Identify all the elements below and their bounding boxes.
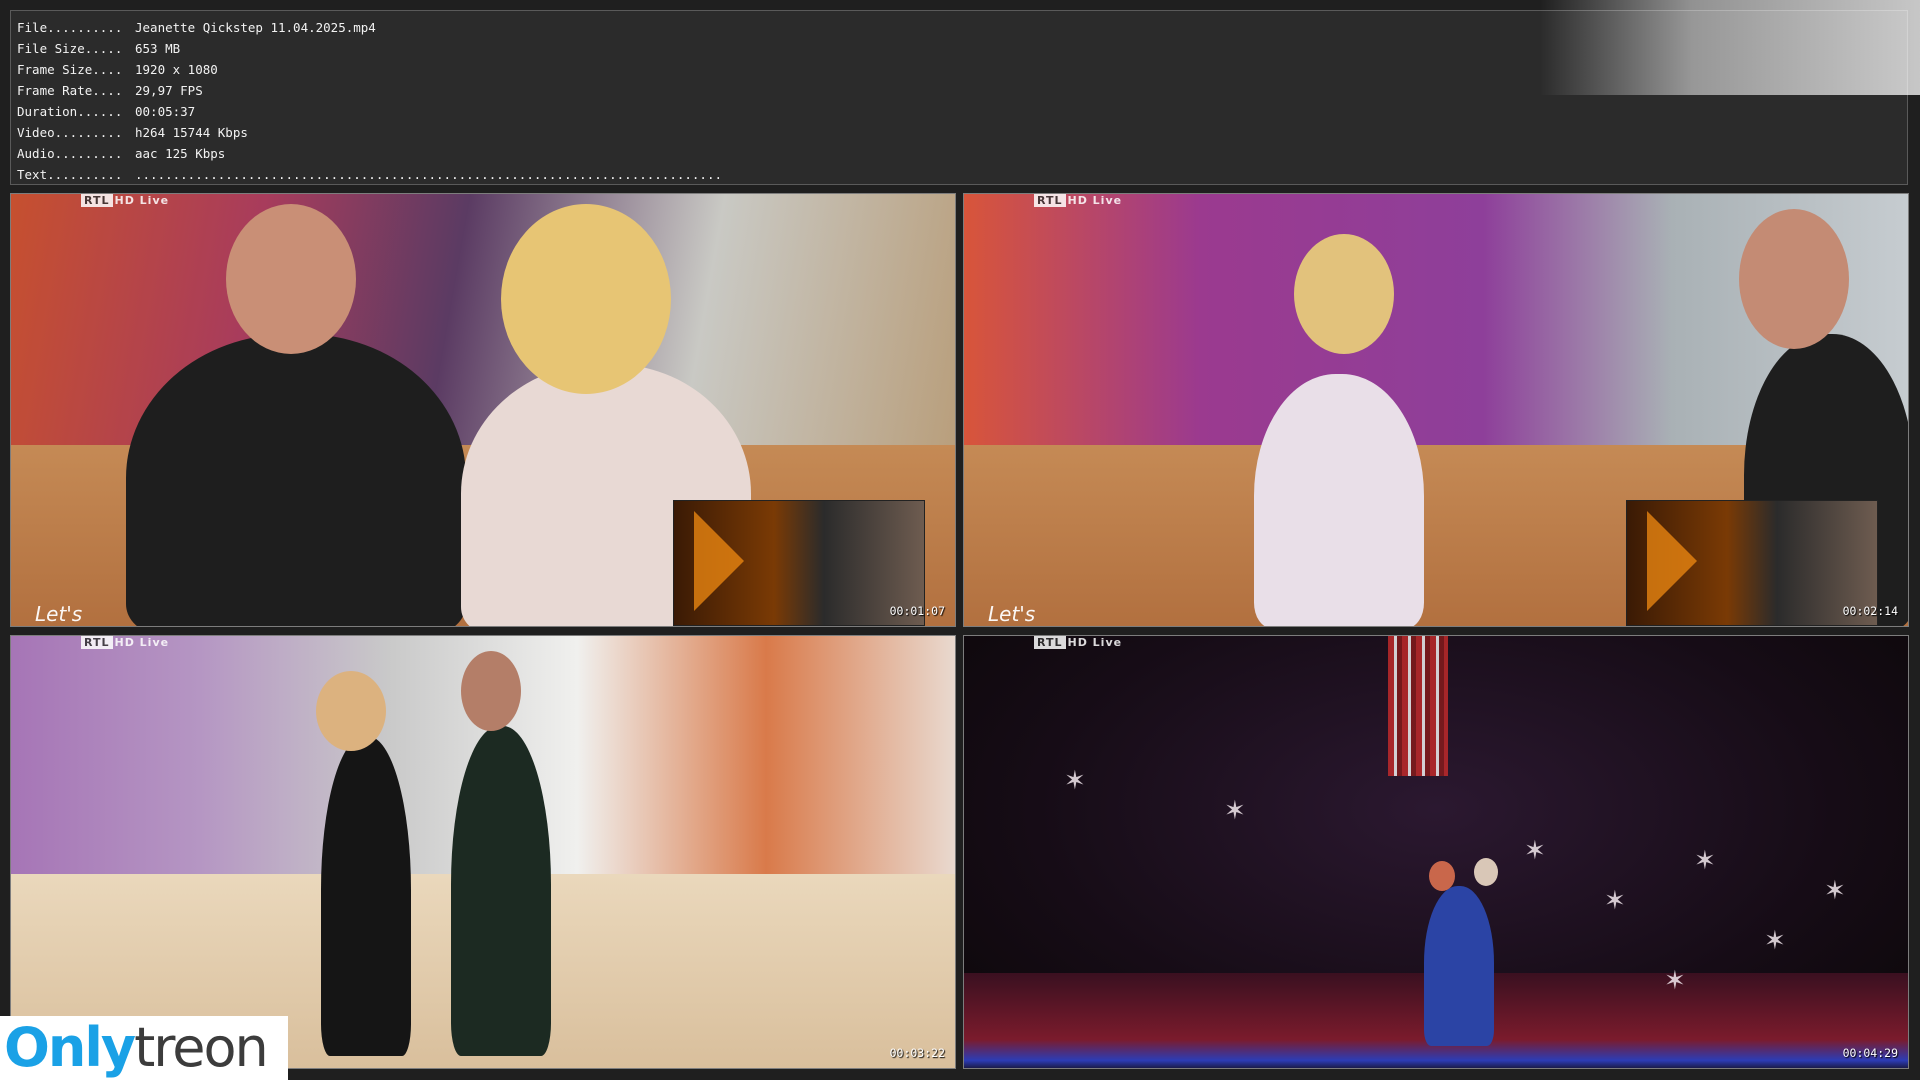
channel-name: RTL	[81, 636, 113, 649]
channel-suffix: HD Live	[114, 636, 170, 649]
info-label: Duration......	[17, 104, 123, 119]
info-label: Frame Rate....	[17, 83, 123, 98]
info-value: ........................................…	[135, 167, 722, 182]
info-row-text: Text.......... .........................…	[17, 164, 1901, 185]
site-watermark-logo: Onlytreon	[0, 1016, 288, 1080]
timestamp: 00:02:14	[1842, 604, 1898, 618]
brand-part-2: treon	[134, 1016, 269, 1079]
star-decoration: ✶	[1664, 966, 1686, 996]
info-value: 1920 x 1080	[135, 62, 218, 77]
star-decoration: ✶	[1824, 876, 1846, 906]
info-value: 653 MB	[135, 41, 181, 56]
info-label: Frame Size....	[17, 62, 123, 77]
info-row-duration: Duration...... 00:05:37	[17, 101, 1901, 122]
video-thumbnail-1[interactable]: RTL HD Live Let's 00:01:07	[10, 193, 956, 627]
dancers	[1424, 886, 1494, 1046]
info-value: aac 125 Kbps	[135, 146, 226, 161]
channel-suffix: HD Live	[1067, 636, 1123, 649]
info-value: 00:05:37	[135, 104, 196, 119]
channel-logo: RTL HD Live	[81, 636, 170, 649]
timestamp: 00:01:07	[889, 604, 945, 618]
timestamp: 00:04:29	[1842, 1046, 1898, 1060]
person-woman-head	[316, 671, 386, 751]
person-man-head	[461, 651, 521, 731]
info-label: Audio.........	[17, 146, 123, 161]
star-decoration: ✶	[1064, 766, 1086, 796]
star-decoration: ✶	[1694, 846, 1716, 876]
star-decoration: ✶	[1524, 836, 1546, 866]
info-value: Jeanette Qickstep 11.04.2025.mp4	[135, 20, 376, 35]
video-thumbnail-4[interactable]: ✶ ✶ ✶ ✶ ✶ ✶ ✶ ✶ RTL HD Live 00:04:29	[963, 635, 1909, 1069]
person-woman	[1254, 374, 1424, 626]
brand-part-1: Only	[4, 1016, 136, 1079]
show-logo: Let's	[988, 602, 1036, 626]
info-row-audio: Audio......... aac 125 Kbps	[17, 143, 1901, 164]
person-woman-head	[501, 204, 671, 394]
stage-chandelier	[1388, 636, 1448, 776]
star-decoration: ✶	[1764, 926, 1786, 956]
info-label: Video.........	[17, 125, 123, 140]
person-man	[126, 334, 466, 626]
timestamp: 00:03:22	[889, 1046, 945, 1060]
show-logo: Let's	[35, 602, 83, 626]
inset-picture	[1626, 500, 1878, 626]
channel-name: RTL	[1034, 194, 1066, 207]
info-value: 29,97 FPS	[135, 83, 203, 98]
star-decoration: ✶	[1224, 796, 1246, 826]
channel-logo: RTL HD Live	[1034, 194, 1123, 207]
channel-logo: RTL HD Live	[81, 194, 170, 207]
video-thumbnail-3[interactable]: RTL HD Live 00:03:22	[10, 635, 956, 1069]
info-label: File..........	[17, 20, 123, 35]
info-row-video: Video......... h264 15744 Kbps	[17, 122, 1901, 143]
channel-name: RTL	[81, 194, 113, 207]
person-man	[451, 726, 551, 1056]
star-decoration: ✶	[1604, 886, 1626, 916]
channel-name: RTL	[1034, 636, 1066, 649]
channel-logo: RTL HD Live	[1034, 636, 1123, 649]
person-woman	[321, 736, 411, 1056]
dancer-head	[1429, 861, 1455, 891]
inset-picture	[673, 500, 925, 626]
info-value: h264 15744 Kbps	[135, 125, 248, 140]
channel-suffix: HD Live	[1067, 194, 1123, 207]
video-thumbnail-2[interactable]: RTL HD Live Let's 00:02:14	[963, 193, 1909, 627]
person-man-head	[226, 204, 356, 354]
blurred-watermark	[1540, 0, 1920, 95]
person-man-head	[1739, 209, 1849, 349]
info-label: File Size.....	[17, 41, 123, 56]
info-label: Text..........	[17, 167, 123, 182]
dancer-head	[1474, 858, 1498, 886]
person-woman-head	[1294, 234, 1394, 354]
channel-suffix: HD Live	[114, 194, 170, 207]
